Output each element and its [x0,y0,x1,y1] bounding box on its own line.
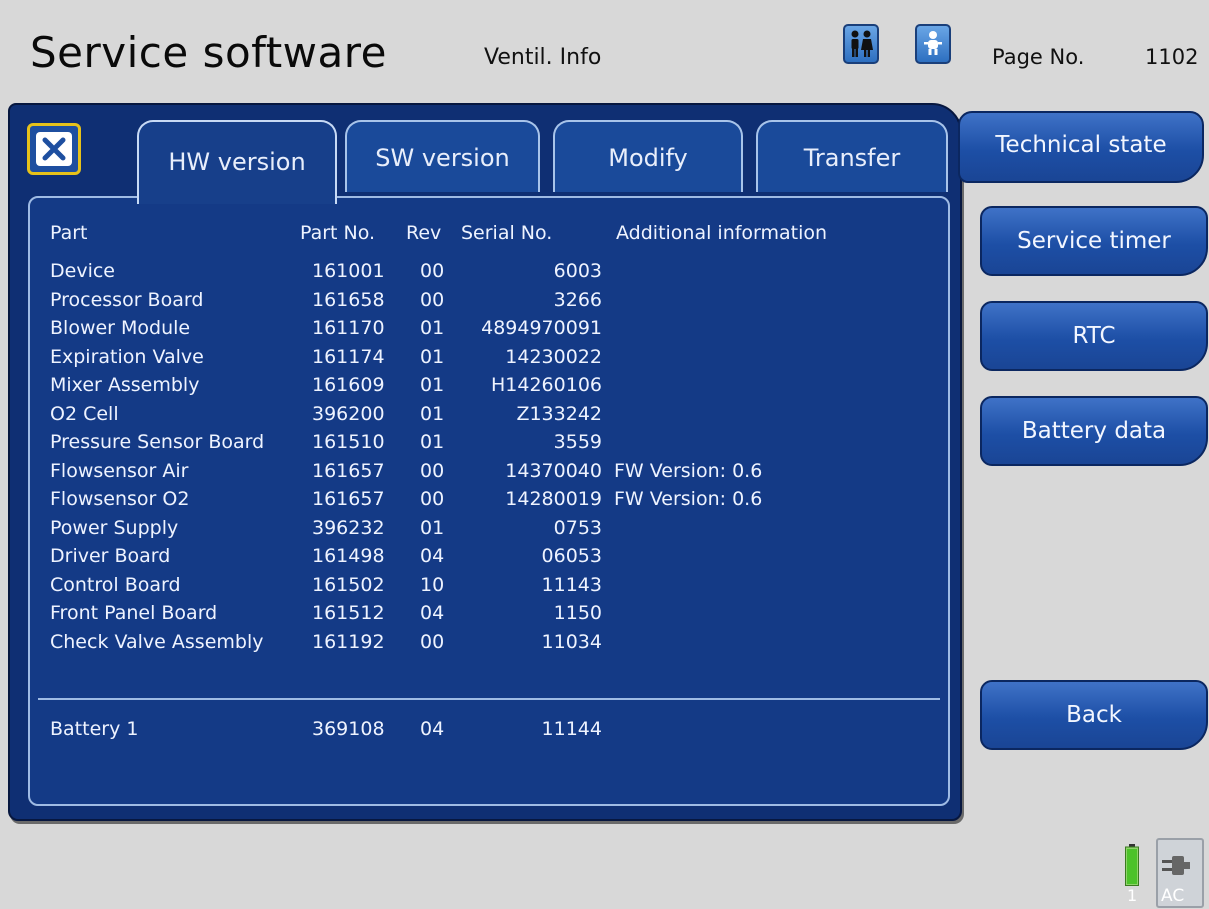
battery-part-no: 369108 [312,718,385,740]
revision-cell: 00 [420,630,445,653]
serial-number-cell: Z133242 [516,402,602,425]
adult-patients-icon [851,30,873,57]
part-name-cell: Device [50,260,115,282]
part-number-cell: 161657 [312,488,385,510]
revision-cell: 04 [420,602,445,624]
part-name-cell: Power Supply [50,516,179,539]
revision-cell: 01 [420,317,445,339]
tab-sw-version[interactable]: SW version [345,120,540,192]
revision-cell: 10 [420,573,445,596]
close-icon [36,132,72,166]
battery-rev: 04 [420,718,445,740]
serial-number-cell: H14260106 [491,374,602,396]
part-name-cell: Processor Board [50,288,204,311]
page-number: 1102 [1145,45,1199,69]
part-name-cell: Driver Board [50,545,171,567]
app-title: Service software [30,28,387,77]
part-name-cell: Control Board [50,573,181,596]
revision-cell: 01 [420,345,445,368]
table-divider [38,698,940,700]
serial-number-cell: 11143 [541,573,602,596]
part-number-cell: 161658 [312,288,385,311]
additional-info-cell: FW Version: 0.6 [614,459,763,482]
serial-number-cell: 0753 [553,516,602,539]
hw-version-table: Part Part No. Rev Serial No. Additional … [28,196,950,806]
battery-number: 1 [1127,886,1138,905]
part-name-cell: Blower Module [50,317,191,339]
revision-cell: 00 [420,288,445,311]
ac-label: AC [1161,886,1185,906]
column-header-serial-no: Serial No. [461,222,553,244]
column-header-part: Part [50,222,88,244]
serial-number-cell: 11034 [541,630,602,653]
part-number-cell: 161609 [312,374,385,396]
revision-cell: 04 [420,545,445,567]
serial-number-cell: 1150 [553,602,602,624]
part-number-cell: 396200 [312,402,385,425]
part-name-cell: Flowsensor Air [50,459,189,482]
column-header-additional-info: Additional information [616,222,828,244]
adult-patients-button[interactable] [843,24,879,64]
column-header-rev: Rev [406,222,442,244]
revision-cell: 01 [420,516,445,539]
part-name-cell: O2 Cell [50,402,119,425]
revision-cell: 01 [420,374,445,396]
revision-cell: 00 [420,260,445,282]
column-header-part-no: Part No. [300,222,376,244]
serial-number-cell: 14370040 [505,459,602,482]
ac-plug-icon [1162,856,1190,875]
part-number-cell: 161502 [312,573,385,596]
tab-modify[interactable]: Modify [553,120,743,192]
revision-cell: 00 [420,459,445,482]
additional-info-cell: FW Version: 0.6 [614,488,763,510]
rtc-button[interactable]: RTC [980,301,1208,371]
service-timer-button[interactable]: Service timer [980,206,1208,276]
revision-cell: 00 [420,488,445,510]
battery-data-button[interactable]: Battery data [980,396,1208,466]
part-number-cell: 161174 [312,345,385,368]
page-number-label: Page No. [992,45,1085,69]
part-name-cell: Expiration Valve [50,345,204,368]
infant-patient-icon [924,31,942,55]
serial-number-cell: 14230022 [505,345,602,368]
part-name-cell: Front Panel Board [50,602,218,624]
part-number-cell: 161192 [312,630,385,653]
part-number-cell: 161510 [312,431,385,453]
serial-number-cell: 6003 [553,260,602,282]
part-name-cell: Pressure Sensor Board [50,431,265,453]
part-number-cell: 161001 [312,260,385,282]
close-button[interactable] [27,123,81,175]
tab-transfer[interactable]: Transfer [756,120,948,192]
serial-number-cell: 3266 [553,288,602,311]
technical-state-button[interactable]: Technical state [958,111,1204,183]
serial-number-cell: 4894970091 [481,317,602,339]
screen-name: Ventil. Info [484,45,602,70]
part-name-cell: Flowsensor O2 [50,488,190,510]
revision-cell: 01 [420,431,445,453]
tab-hw-version[interactable]: HW version [137,120,337,204]
part-number-cell: 396232 [312,516,385,539]
battery-serial: 11144 [541,718,602,740]
part-number-cell: 161512 [312,602,385,624]
part-name-cell: Check Valve Assembly [50,630,264,653]
serial-number-cell: 3559 [553,431,602,453]
part-number-cell: 161498 [312,545,385,567]
back-button[interactable]: Back [980,680,1208,750]
serial-number-cell: 14280019 [505,488,602,510]
serial-number-cell: 06053 [541,545,602,567]
battery-icon [1125,844,1139,886]
infant-patient-button[interactable] [915,24,951,64]
part-name-cell: Mixer Assembly [50,374,200,396]
revision-cell: 01 [420,402,445,425]
battery-part: Battery 1 [50,718,139,740]
part-number-cell: 161657 [312,459,385,482]
part-number-cell: 161170 [312,317,385,339]
